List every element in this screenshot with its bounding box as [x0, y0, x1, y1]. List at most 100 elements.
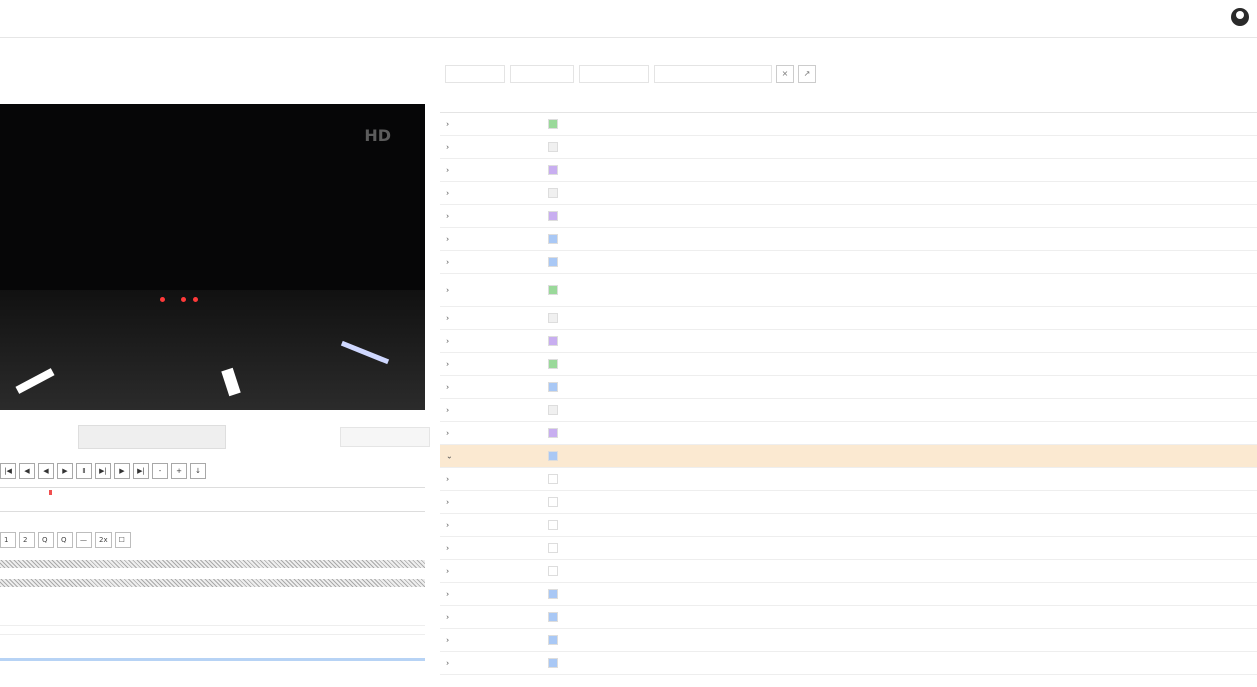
- tool-button[interactable]: 2: [19, 532, 35, 548]
- table-row[interactable]: ›: [440, 330, 1257, 353]
- car-light-icon: [193, 297, 198, 302]
- track-row: [0, 625, 425, 635]
- row-expand-icon[interactable]: ⌄: [446, 452, 456, 461]
- first-filter-field[interactable]: [445, 65, 505, 83]
- frame-info: [340, 427, 430, 447]
- next-frame-icon[interactable]: ▶: [114, 463, 130, 479]
- row-expand-icon[interactable]: ›: [446, 567, 456, 576]
- row-color: [548, 589, 568, 599]
- table-row[interactable]: ›: [440, 228, 1257, 251]
- tool-button[interactable]: 1: [0, 532, 16, 548]
- back-icon[interactable]: ◀: [38, 463, 54, 479]
- table-row[interactable]: ›: [440, 136, 1257, 159]
- pin-filter-icon[interactable]: ↗: [798, 65, 816, 83]
- table-row[interactable]: ›: [440, 629, 1257, 652]
- timeline[interactable]: [0, 487, 425, 512]
- row-color: [548, 635, 568, 645]
- last-frame-icon[interactable]: ▶|: [133, 463, 149, 479]
- table-header: [440, 91, 1257, 113]
- row-expand-icon[interactable]: ›: [446, 521, 456, 530]
- row-expand-icon[interactable]: ›: [446, 406, 456, 415]
- row-color: [548, 658, 568, 668]
- row-expand-icon[interactable]: ›: [446, 498, 456, 507]
- row-expand-icon[interactable]: ›: [446, 475, 456, 484]
- timeline-marker[interactable]: [49, 490, 52, 495]
- row-color: [548, 612, 568, 622]
- row-expand-icon[interactable]: ›: [446, 383, 456, 392]
- tool-button[interactable]: —: [76, 532, 92, 548]
- hd-badge: HD: [364, 126, 391, 145]
- table-row[interactable]: ›: [440, 491, 1257, 514]
- table-row[interactable]: ›: [440, 560, 1257, 583]
- row-expand-icon[interactable]: ›: [446, 590, 456, 599]
- tool-button[interactable]: ☐: [114, 532, 131, 548]
- row-expand-icon[interactable]: ›: [446, 659, 456, 668]
- table-row[interactable]: ›: [440, 583, 1257, 606]
- row-expand-icon[interactable]: ›: [446, 636, 456, 645]
- row-expand-icon[interactable]: ›: [446, 314, 456, 323]
- table-row[interactable]: ›: [440, 422, 1257, 445]
- table-row[interactable]: ⌄: [440, 445, 1257, 468]
- row-expand-icon[interactable]: ›: [446, 120, 456, 129]
- row-expand-icon[interactable]: ›: [446, 429, 456, 438]
- table-row[interactable]: ›: [440, 307, 1257, 330]
- table-row[interactable]: ›: [440, 274, 1257, 307]
- table-row[interactable]: ›: [440, 159, 1257, 182]
- tool-button[interactable]: Q: [38, 532, 54, 548]
- user-avatar-icon: [1231, 8, 1249, 26]
- row-color: [548, 474, 568, 484]
- row-expand-icon[interactable]: ›: [446, 189, 456, 198]
- filter-bar: × ↗: [440, 60, 1257, 88]
- first-frame-icon[interactable]: |◀: [0, 463, 16, 479]
- table-row[interactable]: ›: [440, 399, 1257, 422]
- table-row[interactable]: ›: [440, 537, 1257, 560]
- row-expand-icon[interactable]: ›: [446, 613, 456, 622]
- road-marking-right: [340, 340, 390, 365]
- row-expand-icon[interactable]: ›: [446, 544, 456, 553]
- row-color: [548, 382, 568, 392]
- row-color: [548, 497, 568, 507]
- tool-button[interactable]: 2x: [95, 532, 112, 548]
- table-row[interactable]: ›: [440, 652, 1257, 675]
- user-menu[interactable]: [1223, 8, 1249, 26]
- search-input[interactable]: [654, 65, 772, 83]
- table-row[interactable]: ›: [440, 606, 1257, 629]
- row-color: [548, 451, 568, 461]
- table-row[interactable]: ›: [440, 514, 1257, 537]
- forward-icon[interactable]: ▶|: [95, 463, 111, 479]
- table-row[interactable]: ›: [440, 251, 1257, 274]
- row-expand-icon[interactable]: ›: [446, 258, 456, 267]
- video-player[interactable]: HD: [0, 104, 425, 410]
- road-marking-left: [15, 368, 55, 394]
- row-color: [548, 119, 568, 129]
- table-row[interactable]: ›: [440, 353, 1257, 376]
- row-expand-icon[interactable]: ›: [446, 337, 456, 346]
- row-expand-icon[interactable]: ›: [446, 212, 456, 221]
- progress-line: [0, 658, 425, 661]
- zoom-in-icon[interactable]: +: [171, 463, 187, 479]
- third-filter-field[interactable]: [579, 65, 649, 83]
- row-color: [548, 188, 568, 198]
- row-expand-icon[interactable]: ›: [446, 143, 456, 152]
- main-action-button[interactable]: [78, 425, 226, 449]
- table-row[interactable]: ›: [440, 376, 1257, 399]
- pause-icon[interactable]: Ⅱ: [76, 463, 92, 479]
- playback-controls: |◀ ◀ ◀ ▶ Ⅱ ▶| ▶ ▶| - + ↓: [0, 463, 206, 479]
- zoom-out-icon[interactable]: -: [152, 463, 168, 479]
- row-expand-icon[interactable]: ›: [446, 360, 456, 369]
- arrow-down-icon[interactable]: ↓: [190, 463, 206, 479]
- previous-frame-icon[interactable]: ◀: [19, 463, 35, 479]
- table-row[interactable]: ›: [440, 113, 1257, 136]
- row-expand-icon[interactable]: ›: [446, 286, 456, 295]
- play-icon[interactable]: ▶: [57, 463, 73, 479]
- second-filter-field[interactable]: [510, 65, 574, 83]
- row-color: [548, 313, 568, 323]
- top-bar: [0, 0, 1257, 38]
- clear-filter-icon[interactable]: ×: [776, 65, 794, 83]
- table-row[interactable]: ›: [440, 468, 1257, 491]
- table-row[interactable]: ›: [440, 182, 1257, 205]
- table-row[interactable]: ›: [440, 205, 1257, 228]
- tool-button[interactable]: Q: [57, 532, 73, 548]
- row-expand-icon[interactable]: ›: [446, 166, 456, 175]
- row-expand-icon[interactable]: ›: [446, 235, 456, 244]
